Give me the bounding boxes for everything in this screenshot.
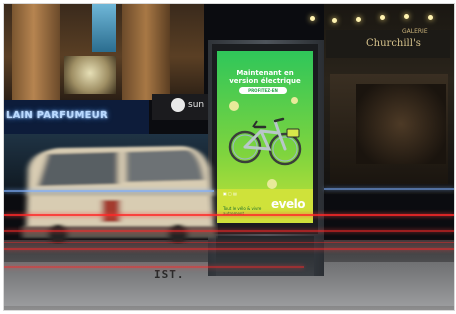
ad-cta-label: PROFITEZ-EN (248, 88, 278, 93)
light-streak-blue (324, 188, 454, 190)
light-streak (4, 230, 454, 232)
street-photo: LAIN PARFUMEUR sun GALERIE Churchill's I… (3, 3, 455, 311)
light-streak (4, 242, 454, 243)
galerie-name: Churchill's (366, 38, 421, 49)
light-streak-blue (4, 190, 214, 192)
ad-coin-icon (291, 97, 298, 104)
ad-brand-logo: evelo (271, 197, 305, 211)
ad-headline: Maintenant en version électrique (229, 69, 301, 85)
string-lights (304, 6, 454, 26)
ad-app-icons: ▣ ▢ ▤ (223, 191, 237, 196)
lit-window (64, 56, 116, 94)
blurred-van (22, 146, 216, 244)
galerie-label: GALERIE (402, 28, 428, 35)
light-bulb-icon (310, 16, 315, 21)
sun-shop-text: sun (188, 100, 205, 110)
shop-sign-text: LAIN PARFUMEUR (6, 110, 108, 121)
light-bulb-icon (356, 17, 361, 22)
sun-logo-icon (171, 98, 185, 112)
stone-column (12, 4, 60, 100)
light-bulb-icon (404, 14, 409, 19)
light-bulb-icon (428, 15, 433, 20)
pavement-marking: IST. (154, 268, 185, 281)
stone-column (122, 4, 170, 100)
ad-screen: Maintenant en version électrique PROFITE… (217, 51, 313, 223)
light-streak (4, 266, 304, 268)
light-streak (4, 248, 454, 250)
bicycle-icon (228, 117, 302, 166)
upper-window (92, 4, 116, 52)
light-bulb-icon (380, 15, 385, 20)
ad-coin-icon (267, 179, 277, 189)
light-streak (4, 214, 454, 216)
light-bulb-icon (332, 18, 337, 23)
galerie-window-glow (356, 84, 446, 164)
